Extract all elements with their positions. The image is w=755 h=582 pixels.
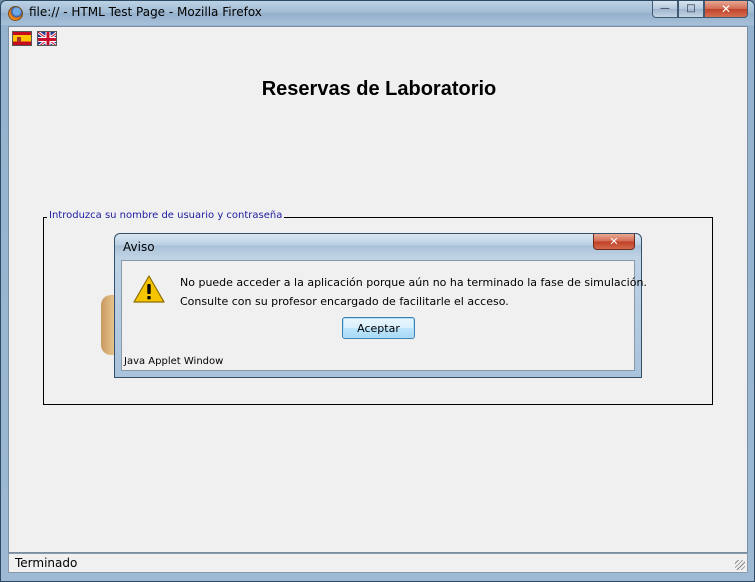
minimize-button[interactable]: — xyxy=(652,1,678,18)
accept-button[interactable]: Aceptar xyxy=(342,317,415,339)
title-bar[interactable]: file:// - HTML Test Page - Mozilla Firef… xyxy=(1,1,754,25)
browser-window: file:// - HTML Test Page - Mozilla Firef… xyxy=(0,0,755,582)
dialog-body: No puede acceder a la aplicación porque … xyxy=(121,260,647,371)
dialog-title-bar[interactable]: Aviso ✕ xyxy=(115,234,641,257)
firefox-icon xyxy=(8,6,23,21)
window-title: file:// - HTML Test Page - Mozilla Firef… xyxy=(29,5,262,19)
window-controls: — □ ✕ xyxy=(652,1,748,18)
page-title: Reservas de Laboratorio xyxy=(261,78,497,100)
dialog-close-button[interactable]: ✕ xyxy=(593,234,635,250)
dialog-title: Aviso xyxy=(123,240,155,254)
spain-flag-icon[interactable] xyxy=(12,31,32,46)
login-legend: Introduzca su nombre de usuario y contra… xyxy=(47,210,285,221)
maximize-button[interactable]: □ xyxy=(678,1,704,18)
status-bar: Terminado xyxy=(8,553,748,573)
status-text: Terminado xyxy=(15,556,78,570)
applet-warning: Java Applet Window xyxy=(124,356,224,367)
dialog-message-line-2: Consulte con su profesor encargado de fa… xyxy=(180,295,509,308)
close-button[interactable]: ✕ xyxy=(704,1,748,18)
resize-grip-icon[interactable] xyxy=(735,560,745,570)
dialog-message: No puede acceder a la aplicación porque … xyxy=(180,273,647,311)
aviso-dialog: Aviso ✕ No puede acceder a la aplicación… xyxy=(114,233,647,378)
uk-flag-icon[interactable] xyxy=(37,31,57,46)
warning-icon xyxy=(133,275,165,303)
dialog-message-line-1: No puede acceder a la aplicación porque … xyxy=(180,276,647,289)
